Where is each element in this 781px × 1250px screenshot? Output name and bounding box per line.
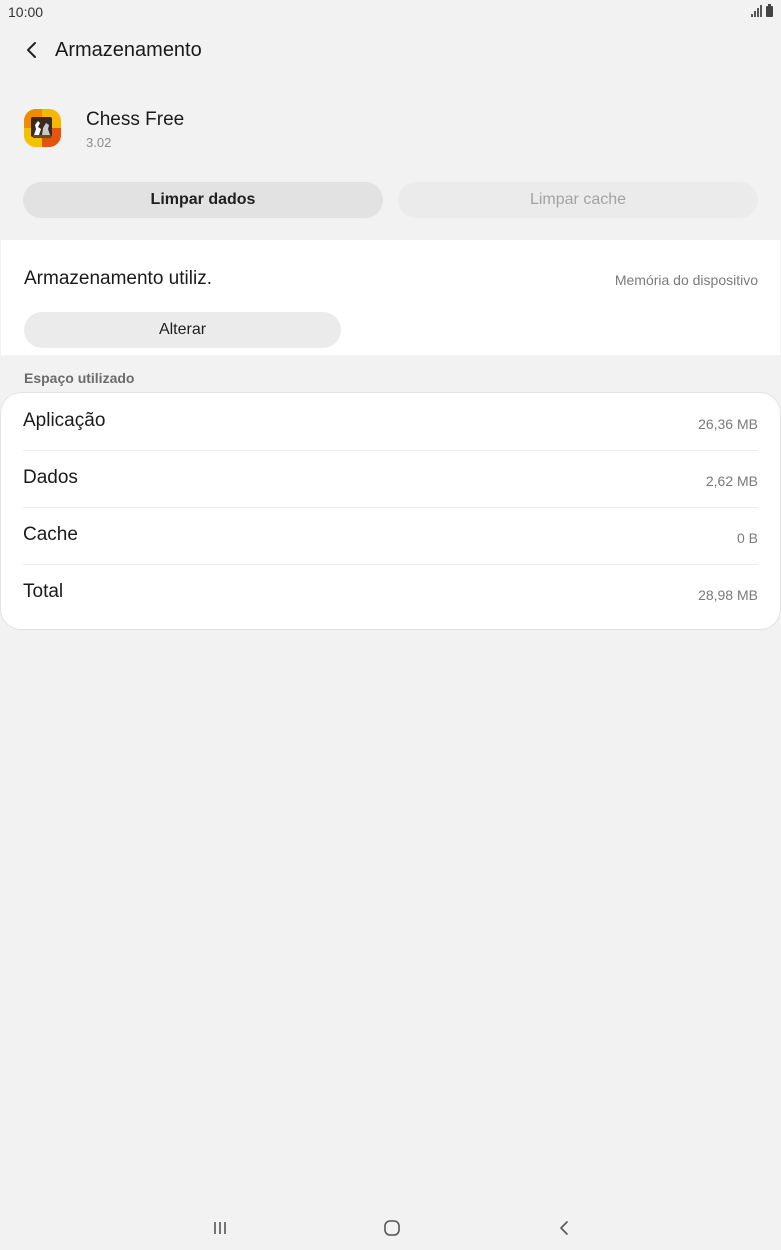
signal-icon xyxy=(751,5,762,17)
storage-used-label: Armazenamento utiliz. xyxy=(24,268,212,289)
nav-back-button[interactable] xyxy=(549,1215,579,1241)
clear-cache-button: Limpar cache xyxy=(398,182,758,218)
chess-app-icon xyxy=(24,109,61,147)
back-arrow-icon xyxy=(27,42,36,58)
row-label: Aplicação xyxy=(23,410,106,431)
row-value: 0 B xyxy=(736,530,758,546)
space-row-data: Dados 2,62 MB xyxy=(23,450,758,507)
status-time: 10:00 xyxy=(8,4,44,20)
back-button[interactable] xyxy=(18,36,46,64)
storage-used-card: Armazenamento utiliz. Memória do disposi… xyxy=(1,240,780,355)
app-info: Chess Free 3.02 xyxy=(0,100,781,160)
storage-location: Memória do dispositivo xyxy=(614,272,758,288)
status-icons xyxy=(751,4,773,17)
row-label: Dados xyxy=(23,467,78,488)
row-label: Cache xyxy=(23,524,78,545)
recent-apps-icon xyxy=(214,1222,226,1234)
screen: 10:00 Armazenamento Chess Free 3.02 Limp… xyxy=(0,0,781,1250)
clear-data-button[interactable]: Limpar dados xyxy=(23,182,383,218)
navigation-bar xyxy=(0,1205,781,1250)
home-icon xyxy=(384,1220,400,1236)
row-value: 28,98 MB xyxy=(698,587,758,603)
nav-back-icon xyxy=(560,1221,568,1235)
recent-apps-button[interactable] xyxy=(205,1215,235,1241)
page-title: Armazenamento xyxy=(55,39,202,61)
status-bar: 10:00 xyxy=(0,0,781,26)
header: Armazenamento xyxy=(0,30,781,74)
space-used-header: Espaço utilizado xyxy=(24,370,135,386)
row-value: 2,62 MB xyxy=(705,473,758,489)
space-row-cache: Cache 0 B xyxy=(23,507,758,564)
row-label: Total xyxy=(23,581,64,602)
app-name: Chess Free xyxy=(86,109,185,130)
space-used-card: Aplicação 26,36 MB Dados 2,62 MB Cache 0… xyxy=(1,393,780,629)
space-row-application: Aplicação 26,36 MB xyxy=(23,393,758,450)
change-storage-button[interactable]: Alterar xyxy=(24,312,341,348)
app-version: 3.02 xyxy=(86,135,112,150)
row-value: 26,36 MB xyxy=(698,416,758,432)
battery-icon xyxy=(766,4,773,17)
home-button[interactable] xyxy=(377,1215,407,1241)
space-row-total: Total 28,98 MB xyxy=(23,564,758,621)
